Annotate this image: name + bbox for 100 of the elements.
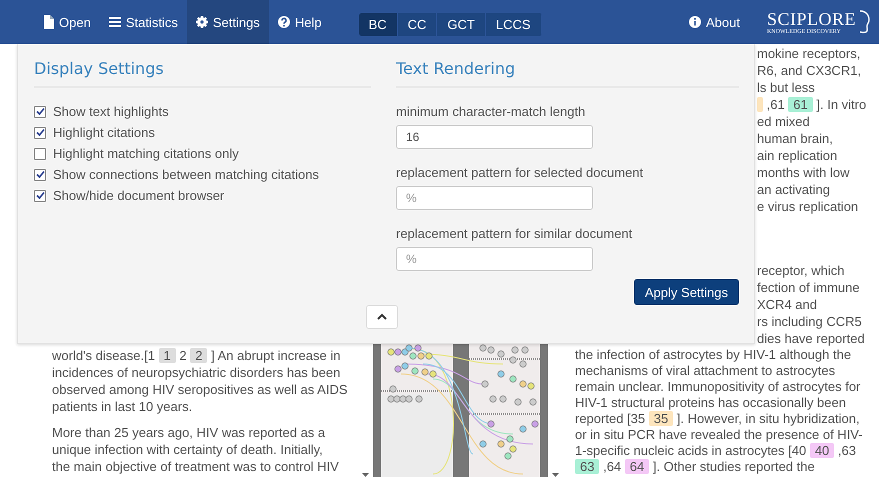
citation-node — [480, 440, 486, 448]
checkbox[interactable] — [34, 190, 46, 202]
checkbox-label: Highlight matching citations only — [53, 146, 239, 161]
citation-highlight[interactable]: 2 — [190, 348, 208, 363]
document-text: dies have reported — [757, 331, 865, 346]
citation-node — [510, 376, 516, 382]
input-field[interactable]: % — [396, 247, 593, 271]
file-icon — [42, 15, 54, 29]
head-outline-icon — [858, 9, 871, 35]
citation-highlight[interactable]: 40 — [810, 443, 834, 458]
document-text: human brain, — [757, 131, 833, 146]
citation-node — [488, 420, 494, 428]
document-text: ,63 — [836, 443, 856, 458]
document-text: ]. In vitro — [815, 97, 866, 112]
document-text: months with low — [757, 165, 850, 180]
input-field[interactable]: 16 — [396, 125, 593, 149]
document-text: XCR4 and — [757, 297, 817, 312]
document-text: mechanisms of viral attachment to astrocytes — [575, 363, 836, 378]
citation-node — [520, 426, 526, 432]
checkbox-label: Show text highlights — [53, 104, 169, 119]
field-label: replacement pattern for selected document — [396, 165, 644, 180]
mode-button[interactable]: CC — [398, 13, 438, 36]
document-text: ,64 — [602, 459, 622, 474]
citation-node — [412, 368, 418, 374]
info-icon — [688, 15, 701, 29]
citation-node — [498, 350, 504, 358]
logo-name: SCIPLORE — [766, 10, 856, 28]
mode-button[interactable]: GCT — [437, 13, 486, 36]
checkmark-icon — [36, 107, 44, 116]
document-text: ]. Other studies reported the — [652, 459, 815, 474]
document-text: 1-specific nucleic acids in astrocytes [40 — [575, 443, 808, 458]
checkmark-icon — [36, 191, 44, 200]
chevron-up-icon — [376, 313, 386, 321]
checkbox[interactable] — [34, 148, 46, 160]
citation-node — [506, 436, 514, 442]
citation-highlight[interactable]: 35 — [648, 411, 674, 426]
document-text: ]. However, in situ hybridization, — [676, 411, 860, 426]
citation-node — [514, 398, 522, 406]
citation-highlight[interactable]: 1 — [158, 348, 176, 363]
document-text: reported [35 — [575, 411, 646, 426]
about-link[interactable]: About — [680, 0, 749, 44]
citation-node — [482, 380, 488, 388]
document-text: rs including CCR5 — [757, 314, 862, 329]
mode-button[interactable]: LCCS — [486, 13, 542, 36]
field-label: minimum character-match length — [396, 104, 586, 119]
document-text: observed among HIV seropositives as well as AIDS — [52, 382, 348, 397]
checkmark-icon — [36, 170, 44, 179]
nav-tab[interactable]: Settings — [186, 0, 269, 44]
citation-node — [532, 420, 538, 428]
document-text: an activating — [757, 182, 830, 197]
nav-tab[interactable]: Help — [268, 0, 331, 44]
document-text: ] An abrupt increase in — [210, 348, 340, 363]
citation-node — [530, 398, 536, 406]
section-heading: Display Settings — [34, 54, 371, 88]
scroll-down-icon — [362, 473, 369, 477]
nav-tab[interactable]: Open — [33, 0, 100, 44]
document-text: ,61 — [766, 97, 786, 112]
checkbox-label: Highlight citations — [53, 125, 155, 140]
help-icon — [278, 15, 290, 29]
section-heading: Text Rendering — [396, 54, 739, 88]
citation-node — [416, 396, 422, 402]
citation-node — [498, 440, 504, 448]
document-text: the infection of astrocytes by HIV-1 although the — [575, 347, 852, 362]
citation-node — [520, 360, 526, 368]
checkbox-label: Show connections between matching citations — [53, 167, 319, 182]
list-icon — [108, 15, 121, 29]
citation-highlight[interactable]: 64 — [624, 459, 650, 474]
citation-highlight[interactable]: 63 — [575, 459, 600, 474]
checkbox[interactable] — [34, 168, 46, 180]
document-text: HIV-1 structural proteins has occasionally been — [575, 395, 846, 410]
document-text: patients in last 10 years. — [52, 399, 192, 414]
citation-node — [490, 396, 496, 402]
document-text: More than 25 years ago, HIV was reported as a unique infection with certainty of death. Initially, the main objective of treatment was to control HIV — [52, 424, 340, 475]
document-text: fection of immune — [757, 280, 860, 295]
collapse-button[interactable] — [366, 305, 398, 329]
mode-button[interactable]: BC — [358, 13, 398, 36]
scroll-down-icon — [552, 473, 559, 477]
gear-icon — [196, 15, 208, 29]
document-text: ls but less — [757, 80, 815, 95]
apply-settings-button[interactable]: Apply Settings — [634, 279, 739, 305]
input-field[interactable]: % — [396, 186, 593, 210]
nav-tab[interactable]: Statistics — [100, 0, 187, 44]
document-text: 2 — [178, 348, 188, 363]
document-text: R6, and CX3CR1, — [757, 63, 862, 78]
document-text: world's disease.[1 — [52, 348, 156, 363]
citation-highlight[interactable]: 61 — [788, 97, 813, 112]
checkbox[interactable] — [34, 126, 46, 138]
citation-node — [390, 386, 396, 392]
document-text: receptor, which — [757, 263, 844, 278]
document-text: or in situ PCR have revealed the presence of HIV- — [575, 427, 863, 442]
document-text: ed mixed — [757, 114, 810, 129]
citation-node — [500, 396, 506, 402]
citation-node — [522, 346, 528, 354]
checkbox[interactable] — [34, 106, 46, 118]
citation-node — [498, 370, 504, 378]
citation-node — [512, 346, 518, 354]
field-label: replacement pattern for similar document — [396, 226, 634, 241]
document-text: ain replication — [757, 148, 838, 163]
document-text: remain unclear. Immunopositivity of astrocytes for — [575, 379, 860, 394]
document-text: incidences of neuropsychiatric disorders has been — [52, 365, 340, 380]
